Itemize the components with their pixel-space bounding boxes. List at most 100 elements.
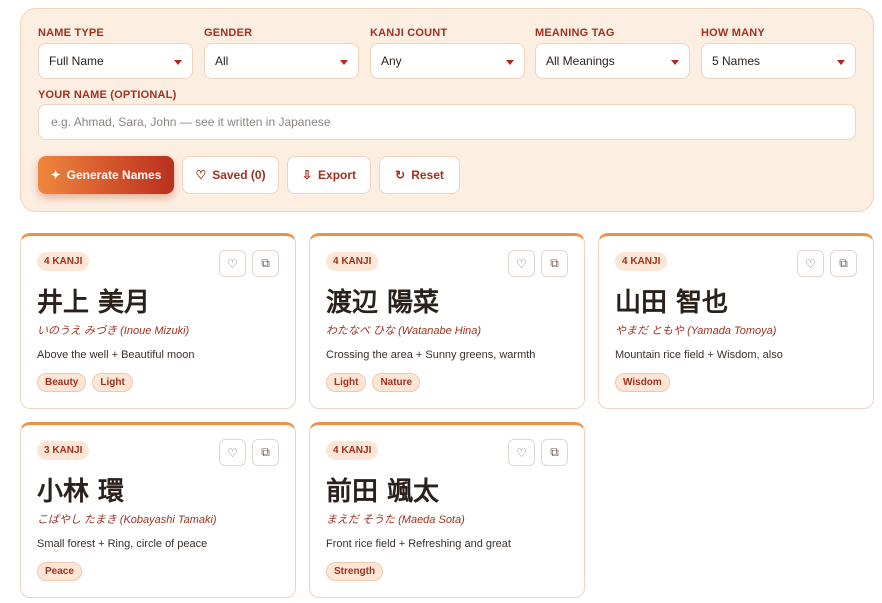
- kana-reading: わたなべ ひな: [326, 325, 396, 337]
- name-card: 3 KANJI ♡ ⧉ 小林 環 こばやし たまき (Kobayashi Tam…: [20, 422, 296, 598]
- download-icon: ⇩: [301, 168, 313, 182]
- kanji-count-badge: 4 KANJI: [326, 441, 379, 460]
- romaji-reading: (Yamada Tomoya): [687, 325, 777, 337]
- favorite-button[interactable]: ♡: [219, 439, 246, 466]
- copy-icon: ⧉: [261, 445, 270, 459]
- favorite-button[interactable]: ♡: [508, 250, 535, 277]
- favorite-button[interactable]: ♡: [508, 439, 535, 466]
- copy-button[interactable]: ⧉: [830, 250, 857, 277]
- tag-list: Light Nature: [326, 373, 421, 392]
- name-card: 4 KANJI ♡ ⧉ 渡辺 陽菜 わたなべ ひな (Watanabe Hina…: [309, 233, 585, 409]
- meaning-text: Crossing the area + Sunny greens, warmth: [326, 349, 536, 361]
- name-type-value: Full Name: [49, 54, 104, 68]
- sparkle-icon: ✦: [50, 168, 61, 182]
- your-name-input[interactable]: [38, 104, 856, 140]
- romaji-reading: (Inoue Mizuki): [120, 325, 190, 337]
- meaning-tag: Nature: [372, 373, 421, 392]
- romaji-reading: (Maeda Sota): [398, 514, 465, 526]
- name-card: 4 KANJI ♡ ⧉ 山田 智也 やまだ ともや (Yamada Tomoya…: [598, 233, 874, 409]
- kanji-name: 小林 環: [37, 477, 125, 507]
- meaning-tag-field: MEANING TAG All Meanings: [535, 27, 690, 79]
- gender-select[interactable]: All: [204, 43, 359, 79]
- heart-icon: ♡: [195, 168, 207, 182]
- favorite-button[interactable]: ♡: [797, 250, 824, 277]
- reading: わたなべ ひな (Watanabe Hina): [326, 322, 481, 338]
- copy-button[interactable]: ⧉: [252, 250, 279, 277]
- meaning-tag-label: MEANING TAG: [535, 27, 615, 39]
- heart-outline-icon: ♡: [227, 445, 238, 460]
- name-type-label: NAME TYPE: [38, 27, 104, 39]
- kana-reading: やまだ ともや: [615, 325, 685, 337]
- heart-outline-icon: ♡: [516, 256, 527, 271]
- reading: こばやし たまき (Kobayashi Tamaki): [37, 511, 217, 527]
- generator-panel: NAME TYPE Full Name GENDER All KANJI COU…: [20, 8, 874, 212]
- meaning-text: Front rice field + Refreshing and great: [326, 538, 511, 550]
- reading: まえだ そうた (Maeda Sota): [326, 511, 465, 527]
- kana-reading: まえだ そうた: [326, 514, 396, 526]
- romaji-reading: (Kobayashi Tamaki): [119, 514, 217, 526]
- gender-label: GENDER: [204, 27, 253, 39]
- kanji-name: 前田 颯太: [326, 477, 440, 507]
- reset-button[interactable]: ↻ Reset: [379, 156, 460, 194]
- kanji-count-badge: 4 KANJI: [615, 252, 668, 271]
- tag-list: Peace: [37, 562, 82, 581]
- generate-names-label: Generate Names: [66, 168, 162, 182]
- reset-label: Reset: [411, 168, 444, 182]
- copy-icon: ⧉: [550, 445, 559, 459]
- meaning-tag-value: All Meanings: [546, 54, 615, 68]
- name-card: 4 KANJI ♡ ⧉ 井上 美月 いのうえ みづき (Inoue Mizuki…: [20, 233, 296, 409]
- copy-button[interactable]: ⧉: [541, 250, 568, 277]
- kanji-count-badge: 3 KANJI: [37, 441, 90, 460]
- how-many-value: 5 Names: [712, 54, 761, 68]
- copy-button[interactable]: ⧉: [252, 439, 279, 466]
- meaning-tag: Light: [326, 373, 367, 392]
- kanji-count-badge: 4 KANJI: [37, 252, 90, 271]
- heart-outline-icon: ♡: [805, 256, 816, 271]
- kanji-count-badge: 4 KANJI: [326, 252, 379, 271]
- kanji-name: 山田 智也: [615, 288, 729, 318]
- favorite-button[interactable]: ♡: [219, 250, 246, 277]
- heart-outline-icon: ♡: [227, 256, 238, 271]
- kana-reading: いのうえ みづき: [37, 325, 118, 337]
- generate-names-button[interactable]: ✦ Generate Names: [38, 156, 174, 194]
- meaning-text: Mountain rice field + Wisdom, also: [615, 349, 783, 361]
- tag-list: Wisdom: [615, 373, 670, 392]
- chevron-down-icon: [837, 60, 845, 65]
- reading: いのうえ みづき (Inoue Mizuki): [37, 322, 189, 338]
- meaning-tag: Beauty: [37, 373, 87, 392]
- export-button[interactable]: ⇩ Export: [287, 156, 371, 194]
- meaning-tag: Peace: [37, 562, 82, 581]
- meaning-text: Above the well + Beautiful moon: [37, 349, 195, 361]
- kanji-count-label: KANJI COUNT: [370, 27, 448, 39]
- name-type-field: NAME TYPE Full Name: [38, 27, 193, 79]
- chevron-down-icon: [506, 60, 514, 65]
- meaning-tag: Light: [92, 373, 133, 392]
- copy-icon: ⧉: [261, 256, 270, 270]
- meaning-tag-select[interactable]: All Meanings: [535, 43, 690, 79]
- how-many-label: HOW MANY: [701, 27, 765, 39]
- gender-field: GENDER All: [204, 27, 359, 79]
- copy-icon: ⧉: [839, 256, 848, 270]
- gender-value: All: [215, 54, 229, 68]
- meaning-tag: Strength: [326, 562, 384, 581]
- chevron-down-icon: [671, 60, 679, 65]
- kanji-name: 渡辺 陽菜: [326, 288, 440, 318]
- reading: やまだ ともや (Yamada Tomoya): [615, 322, 776, 338]
- name-card: 4 KANJI ♡ ⧉ 前田 颯太 まえだ そうた (Maeda Sota) F…: [309, 422, 585, 598]
- copy-icon: ⧉: [550, 256, 559, 270]
- name-type-select[interactable]: Full Name: [38, 43, 193, 79]
- saved-button[interactable]: ♡ Saved (0): [182, 156, 279, 194]
- refresh-icon: ↻: [395, 168, 406, 182]
- copy-button[interactable]: ⧉: [541, 439, 568, 466]
- kanji-name: 井上 美月: [37, 288, 151, 318]
- tag-list: Strength: [326, 562, 384, 581]
- kanji-count-select[interactable]: Any: [370, 43, 525, 79]
- kanji-count-value: Any: [381, 54, 402, 68]
- kana-reading: こばやし たまき: [37, 514, 117, 526]
- meaning-text: Small forest + Ring, circle of peace: [37, 538, 208, 550]
- how-many-select[interactable]: 5 Names: [701, 43, 856, 79]
- chevron-down-icon: [340, 60, 348, 65]
- meaning-tag: Wisdom: [615, 373, 670, 392]
- tag-list: Beauty Light: [37, 373, 133, 392]
- saved-label: Saved (0): [212, 168, 266, 182]
